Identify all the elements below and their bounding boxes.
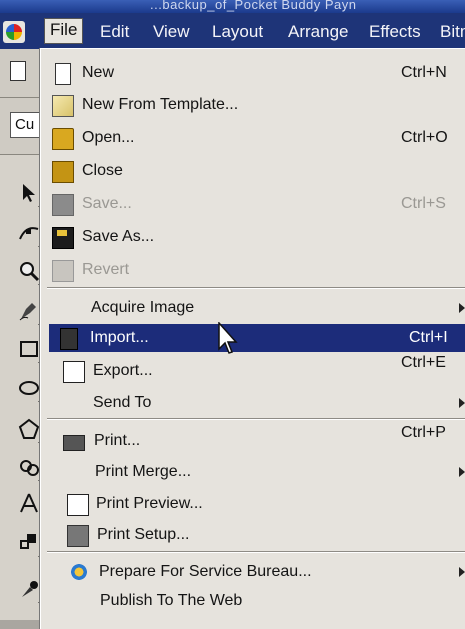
- menu-item-publish-web[interactable]: Publish To The Web: [41, 587, 465, 615]
- menu-item-label: Send To: [93, 394, 152, 411]
- menu-separator: [47, 551, 465, 553]
- menu-item-import[interactable]: Import... Ctrl+I: [49, 324, 465, 352]
- service-bureau-icon: [69, 562, 89, 582]
- menu-item-label: Print Merge...: [95, 463, 192, 480]
- menu-item-label: Open...: [82, 129, 135, 146]
- new-document-icon: [55, 63, 71, 85]
- mouse-cursor-icon: [218, 322, 238, 354]
- menu-item-shortcut: Ctrl+P: [401, 424, 446, 441]
- menu-item-label: Close: [82, 162, 123, 179]
- submenu-arrow-icon: [459, 467, 465, 477]
- file-menu-dropdown: New Ctrl+N New From Template... Open... …: [40, 48, 465, 629]
- menu-item-shortcut: Ctrl+E: [401, 354, 446, 371]
- menu-item-save-as[interactable]: Save As...: [41, 223, 465, 251]
- submenu-arrow-icon: [459, 303, 465, 313]
- menu-item-label: Print...: [94, 432, 141, 449]
- menu-effects[interactable]: Effects: [369, 20, 421, 44]
- standard-toolbar: [0, 49, 40, 98]
- menu-item-print-setup[interactable]: Print Setup...: [41, 521, 465, 549]
- menu-item-print-preview[interactable]: Print Preview...: [41, 490, 465, 518]
- menu-item-label: New From Template...: [82, 96, 239, 113]
- menu-item-label: Import...: [90, 329, 149, 346]
- menu-item-revert: Revert: [41, 256, 465, 284]
- menu-layout[interactable]: Layout: [212, 20, 263, 44]
- menu-item-shortcut: Ctrl+I: [409, 329, 448, 346]
- new-document-icon[interactable]: [10, 61, 26, 81]
- menu-bitmaps[interactable]: Bitm: [440, 20, 465, 44]
- menu-arrange[interactable]: Arrange: [288, 20, 348, 44]
- menu-file[interactable]: File: [44, 18, 84, 44]
- app-logo-icon[interactable]: [3, 21, 25, 43]
- menu-item-label: Revert: [82, 261, 130, 278]
- property-bar: Cu: [0, 98, 46, 155]
- menu-view[interactable]: View: [153, 20, 190, 44]
- submenu-arrow-icon: [459, 567, 465, 577]
- template-icon: [52, 95, 74, 117]
- print-setup-icon: [67, 525, 89, 547]
- menu-item-label: Print Preview...: [96, 495, 203, 512]
- print-preview-icon: [67, 494, 89, 516]
- menu-item-print[interactable]: Print... Ctrl+P: [41, 424, 465, 455]
- menu-item-acquire-image[interactable]: Acquire Image: [41, 294, 465, 322]
- menu-edit[interactable]: Edit: [100, 20, 129, 44]
- menu-item-new-from-template[interactable]: New From Template...: [41, 91, 465, 119]
- menu-separator: [47, 287, 465, 289]
- open-folder-icon: [52, 128, 74, 150]
- menu-item-label: Acquire Image: [91, 299, 195, 316]
- menu-item-open[interactable]: Open... Ctrl+O: [41, 124, 465, 152]
- menu-item-label: New: [82, 64, 115, 81]
- menu-item-print-merge[interactable]: Print Merge...: [41, 458, 465, 486]
- menu-item-send-to[interactable]: Send To: [41, 389, 465, 417]
- menu-item-label: Save...: [82, 195, 132, 212]
- close-folder-icon: [52, 161, 74, 183]
- save-icon: [52, 194, 74, 216]
- menu-item-shortcut: Ctrl+N: [401, 64, 447, 81]
- menu-item-new[interactable]: New Ctrl+N: [41, 59, 465, 87]
- export-icon: [63, 361, 85, 383]
- submenu-arrow-icon: [459, 398, 465, 408]
- menu-item-close[interactable]: Close: [41, 157, 465, 185]
- revert-icon: [52, 260, 74, 282]
- menu-separator: [47, 418, 465, 420]
- menu-item-label: Print Setup...: [97, 526, 190, 543]
- menu-item-label: Save As...: [82, 228, 155, 245]
- menu-item-label: Prepare For Service Bureau...: [99, 563, 312, 580]
- menu-item-export[interactable]: Export... Ctrl+E: [41, 354, 465, 385]
- menu-item-label: Export...: [93, 362, 153, 379]
- title-bar: ...backup_of_Pocket Buddy Payn: [0, 0, 465, 13]
- menu-item-shortcut: Ctrl+S: [401, 195, 446, 212]
- menu-item-shortcut: Ctrl+O: [401, 129, 448, 146]
- menu-item-label: Publish To The Web: [100, 592, 243, 609]
- window-title: ...backup_of_Pocket Buddy Payn: [150, 0, 357, 12]
- menu-bar: File Edit View Layout Arrange Effects Bi…: [0, 13, 465, 49]
- save-as-icon: [52, 227, 74, 249]
- import-icon: [60, 328, 78, 350]
- menu-item-save: Save... Ctrl+S: [41, 190, 465, 218]
- printer-icon: [63, 435, 85, 451]
- menu-item-prepare-service-bureau[interactable]: Prepare For Service Bureau...: [41, 558, 465, 586]
